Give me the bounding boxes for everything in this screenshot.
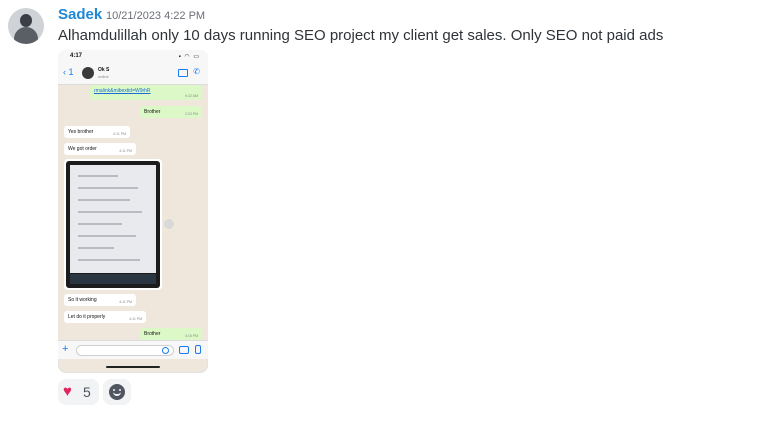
phone-input-bar: +	[58, 340, 208, 359]
taskbar	[70, 274, 156, 284]
screen-line	[78, 223, 122, 225]
author-name[interactable]: Sadek	[58, 6, 102, 23]
bubble-time: 9:22 AM	[185, 94, 198, 98]
bubble-text: So it working	[68, 297, 97, 303]
add-reaction-button[interactable]	[103, 379, 131, 405]
phone-chat-area: rmalink&mibextid=W9rhR 9:22 AM Brother 2…	[58, 85, 208, 340]
heart-icon: ♥	[63, 383, 72, 400]
reaction-heart-button[interactable]: ♥ 5	[58, 379, 99, 405]
chat-link: rmalink&mibextid=W9rhR	[94, 88, 151, 94]
image-attachment[interactable]: 4:17 ▪ ◠ ▭ ‹ 1 Ok S online ✆ rmalink&mib…	[58, 50, 208, 373]
chat-message: Sadek 10/21/2023 4:22 PM Alhamdulillah o…	[0, 0, 768, 424]
plus-icon: +	[62, 343, 69, 355]
smile-icon	[109, 384, 125, 400]
phone-call-icon: ✆	[193, 67, 200, 76]
screen-line	[78, 199, 130, 201]
screen-line	[78, 175, 118, 177]
contact-status: online	[98, 74, 109, 79]
camera-icon	[179, 346, 189, 354]
bubble-text: Yes brother	[68, 129, 94, 135]
back-icon: ‹ 1	[63, 67, 74, 77]
screen-line	[78, 187, 138, 189]
avatar[interactable]	[8, 8, 44, 44]
chat-bubble: We got order 4:11 PM	[64, 143, 136, 155]
mic-icon	[195, 345, 201, 354]
screen-line	[78, 247, 114, 249]
bubble-text: Brother	[144, 109, 161, 115]
chat-bubble: Brother 4:16 PM	[140, 328, 202, 340]
chat-bubble: Yes brother 4:11 PM	[64, 126, 130, 138]
screen-line	[78, 235, 136, 237]
forward-icon	[164, 219, 174, 229]
bubble-time: 2:23 PM	[184, 112, 198, 116]
chat-photo	[64, 159, 162, 290]
phone-chat-header: ‹ 1 Ok S online ✆	[58, 64, 208, 85]
dashboard-screenshot	[70, 165, 156, 273]
chat-bubble: Let do it properly 4:11 PM	[64, 311, 146, 323]
contact-avatar	[82, 67, 94, 79]
bubble-time: 4:16 PM	[184, 334, 198, 338]
phone-message-input	[76, 345, 174, 356]
chat-bubble: Brother 2:23 PM	[140, 106, 202, 118]
chat-bubble: rmalink&mibextid=W9rhR 9:22 AM	[90, 85, 202, 100]
avatar-body	[14, 27, 38, 44]
message-content: Alhamdulillah only 10 days running SEO p…	[58, 27, 664, 44]
bubble-time: 4:11 PM	[119, 300, 132, 304]
home-indicator	[106, 366, 160, 368]
avatar-head	[20, 14, 32, 27]
bubble-text: Let do it properly	[68, 314, 106, 320]
phone-status-bar: 4:17 ▪ ◠ ▭	[58, 50, 208, 64]
signal-icon: ▪ ◠ ▭	[178, 54, 200, 60]
contact-name: Ok S	[98, 67, 110, 73]
video-call-icon	[178, 69, 188, 77]
bubble-text: We got order	[68, 146, 97, 152]
message-timestamp: 10/21/2023 4:22 PM	[106, 10, 206, 22]
sticker-icon	[162, 347, 169, 354]
bubble-time: 4:11 PM	[129, 317, 142, 321]
laptop-screen-photo	[66, 161, 160, 288]
reaction-count: 5	[83, 384, 91, 400]
bubble-time: 4:11 PM	[113, 132, 126, 136]
screen-line	[78, 211, 142, 213]
bubble-text: Brother	[144, 331, 161, 337]
chat-bubble: So it working 4:11 PM	[64, 294, 136, 306]
bubble-time: 4:11 PM	[119, 149, 132, 153]
screen-line	[78, 259, 140, 261]
phone-time: 4:17	[70, 53, 83, 59]
